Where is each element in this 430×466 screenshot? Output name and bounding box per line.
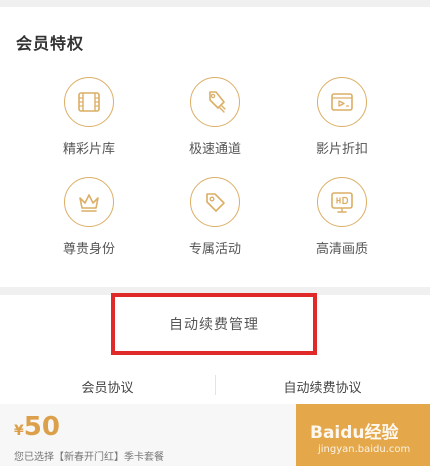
privilege-icon-wrap [64,177,114,227]
privilege-label: 极速通道 [188,142,241,157]
price-value: 50 [23,412,60,442]
privilege-item-discount[interactable]: 影片折扣 [292,77,392,157]
ticket-icon [331,93,353,111]
privilege-item-hd-quality[interactable]: 高清画质 [292,177,392,257]
privilege-item-library[interactable]: 精彩片库 [39,77,139,157]
auto-renew-agreement-link[interactable]: 自动续费协议 [215,377,430,396]
pay-button[interactable] [296,404,430,466]
auto-renew-label: 自动续费管理 [169,317,259,333]
privilege-label: 高清画质 [315,242,368,257]
privilege-label: 尊贵身份 [62,242,115,257]
privilege-icon-wrap [64,77,114,127]
selected-plan-text: 您已选择【新春开门红】季卡套餐 [14,452,164,463]
price-area: ¥50 您已选择【新春开门红】季卡套餐 [0,404,296,466]
crown-icon [79,194,99,212]
privilege-item-fast-lane[interactable]: 极速通道 [165,77,265,157]
top-strip [0,0,430,7]
currency-symbol: ¥ [14,423,24,439]
privilege-item-vip-identity[interactable]: 尊贵身份 [39,177,139,257]
section-title: 会员特权 [16,34,85,53]
price: ¥50 [14,412,60,442]
privilege-label: 影片折扣 [315,142,368,157]
privilege-icon-wrap [190,177,240,227]
rocket-icon [209,91,226,113]
auto-renew-button[interactable]: 自动续费管理 [111,293,317,355]
privilege-label: 精彩片库 [62,142,115,157]
hd-tv-icon [331,192,353,213]
privileges-card: 会员特权 精彩片库 极速通道 影片折扣 尊贵身份 专属活动 高清画质 [0,7,430,287]
purchase-bar: ¥50 您已选择【新春开门红】季卡套餐 [0,404,430,466]
tag-icon [206,193,225,212]
privilege-item-exclusive-events[interactable]: 专属活动 [165,177,265,257]
privilege-icon-wrap [190,77,240,127]
privilege-icon-wrap [317,177,367,227]
film-icon [78,92,100,112]
privilege-label: 专属活动 [188,242,241,257]
agreements-row: 会员协议 自动续费协议 [0,359,430,404]
member-agreement-link[interactable]: 会员协议 [0,377,215,396]
privilege-icon-wrap [317,77,367,127]
